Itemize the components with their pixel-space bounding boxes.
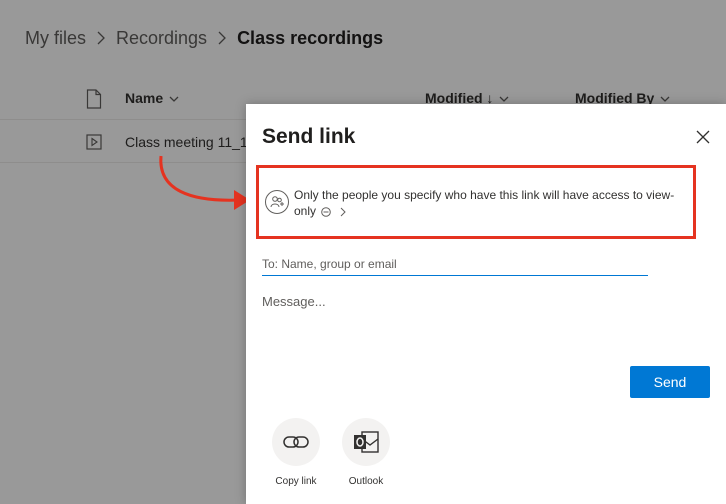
recipient-input[interactable] <box>262 252 648 276</box>
permission-text: Only the people you specify who have thi… <box>294 188 675 218</box>
outlook-label: Outlook <box>348 476 384 487</box>
close-icon[interactable] <box>692 126 714 148</box>
dialog-title: Send link <box>262 125 356 148</box>
link-permission-setting[interactable]: Only the people you specify who have thi… <box>256 165 696 239</box>
permission-description: Only the people you specify who have thi… <box>294 187 679 219</box>
link-icon <box>272 418 320 466</box>
annotation-arrow <box>159 155 250 210</box>
message-input[interactable] <box>262 294 702 354</box>
send-button[interactable]: Send <box>630 366 710 398</box>
chevron-right-icon[interactable] <box>337 206 349 218</box>
no-edit-icon <box>319 206 333 218</box>
outlook-icon <box>342 418 390 466</box>
copy-link-button[interactable]: Copy link <box>261 418 331 494</box>
send-link-dialog: Send link Only the people you specify wh… <box>246 104 726 504</box>
outlook-button[interactable]: Outlook <box>331 418 401 494</box>
copy-link-label: Copy link <box>275 476 317 487</box>
people-icon <box>265 190 289 214</box>
